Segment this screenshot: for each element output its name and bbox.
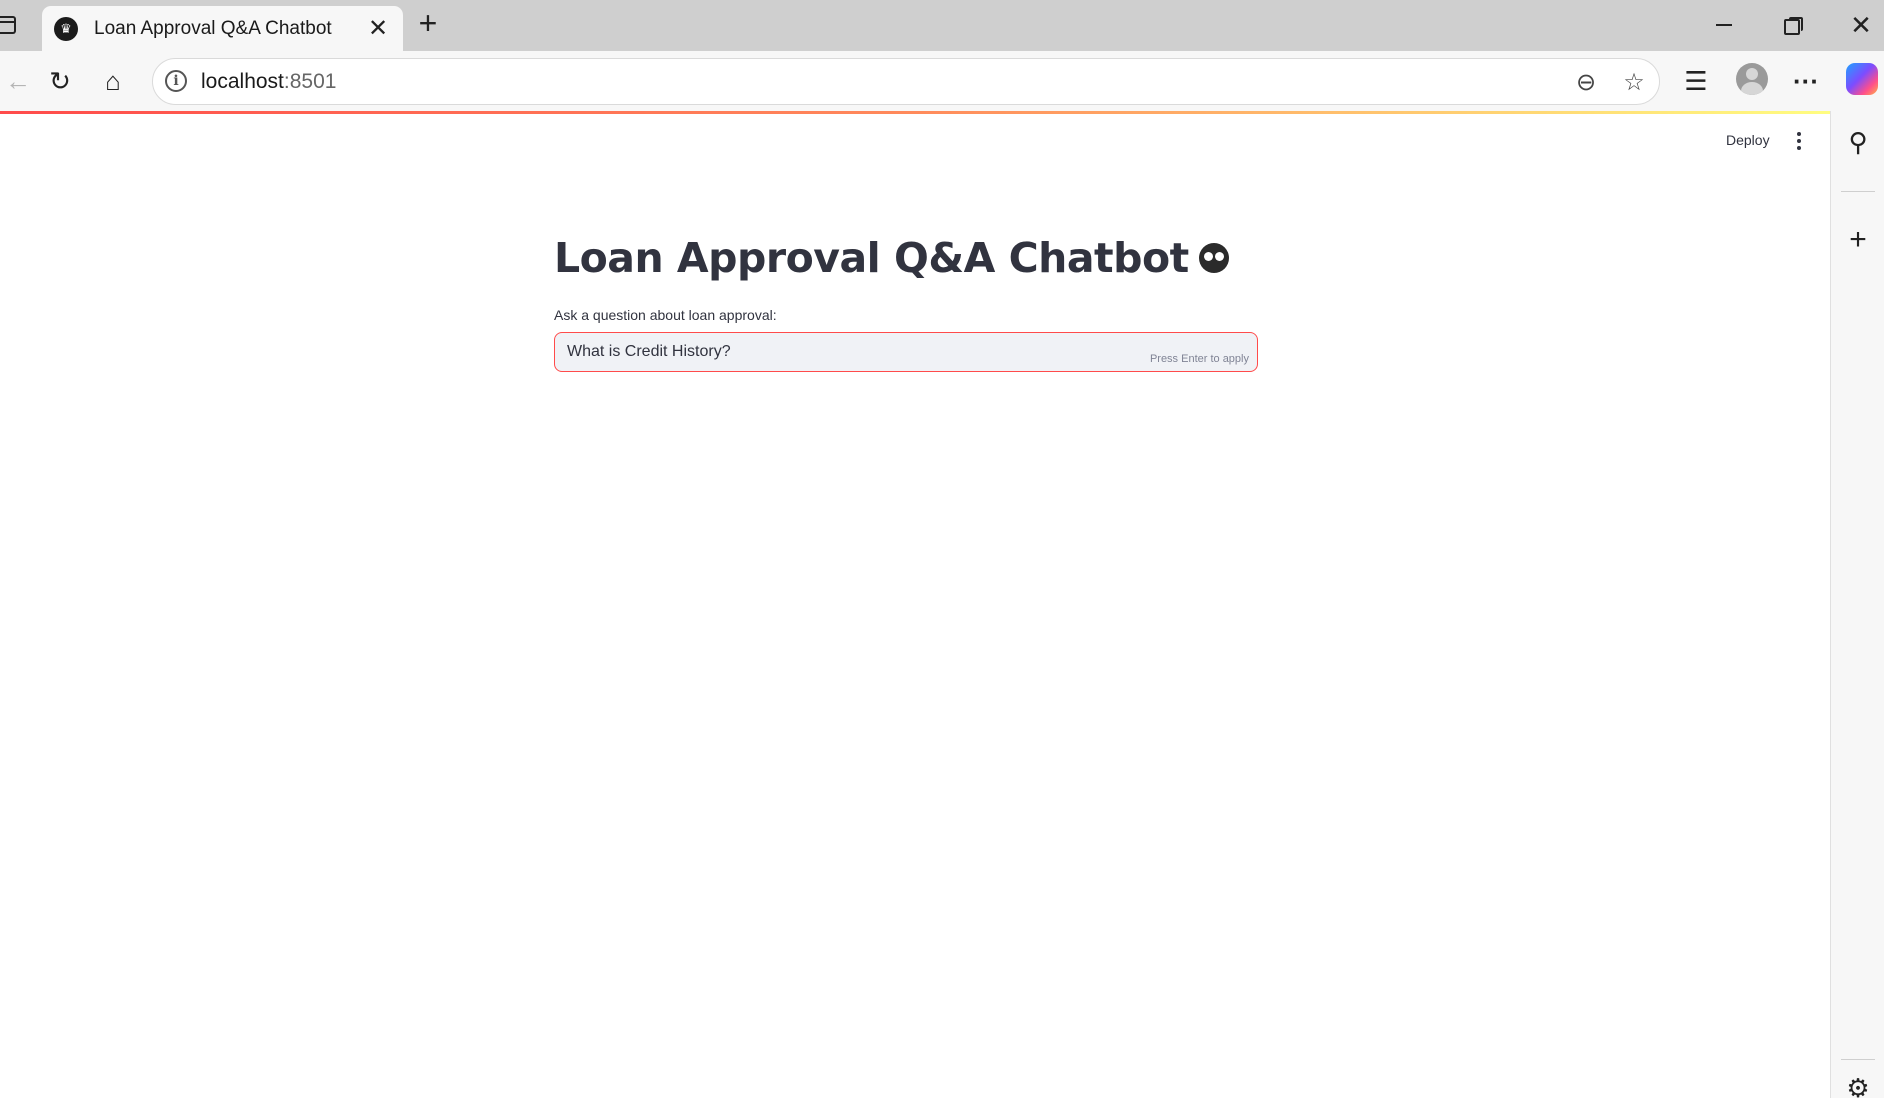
sidebar-divider (1841, 1059, 1875, 1060)
question-field[interactable]: Press Enter to apply (554, 332, 1258, 372)
question-label: Ask a question about loan approval: (554, 307, 777, 323)
sidebar-divider (1841, 191, 1875, 192)
profile-avatar[interactable] (1736, 63, 1768, 95)
site-info-icon[interactable]: i (165, 70, 187, 92)
more-options-icon[interactable]: ··· (1788, 63, 1824, 99)
favorites-list-icon[interactable]: ☰ (1678, 63, 1714, 99)
settings-gear-icon[interactable]: ⚙ (1843, 1073, 1873, 1103)
browser-tab[interactable]: ♛ Loan Approval Q&A Chatbot ✕ (42, 6, 403, 51)
tab-actions-icon[interactable] (0, 16, 16, 34)
deploy-button[interactable]: Deploy (1718, 128, 1778, 152)
home-icon[interactable]: ⌂ (95, 63, 131, 99)
new-tab-icon[interactable]: + (413, 7, 443, 39)
page-viewport: Deploy Loan Approval Q&A Chatbot Ask a q… (0, 111, 1830, 1098)
tab-close-icon[interactable]: ✕ (365, 15, 391, 42)
main-content: Loan Approval Q&A Chatbot Ask a question… (554, 226, 1258, 372)
window-restore-icon[interactable] (1772, 8, 1812, 42)
press-enter-hint: Press Enter to apply (1149, 353, 1249, 365)
copilot-icon[interactable] (1846, 63, 1878, 95)
zoom-out-icon[interactable]: ⊖ (1571, 67, 1601, 97)
browser-tab-bar: ♛ Loan Approval Q&A Chatbot ✕ + ✕ (0, 0, 1884, 51)
add-icon[interactable]: + (1843, 223, 1873, 256)
window-minimize-icon[interactable] (1704, 8, 1744, 42)
tab-title: Loan Approval Q&A Chatbot (94, 17, 332, 39)
robot-face-icon (1198, 243, 1229, 273)
back-arrow-icon[interactable]: ← (0, 63, 36, 99)
streamlit-crown-icon: ♛ (54, 16, 78, 41)
question-input[interactable] (555, 333, 1257, 371)
refresh-icon[interactable]: ↻ (42, 63, 78, 99)
address-bar[interactable]: i localhost:8501 ⊖ ☆ (152, 58, 1660, 105)
url-text: localhost:8501 (201, 70, 337, 93)
favorite-star-icon[interactable]: ☆ (1619, 67, 1649, 97)
browser-toolbar: ← ↻ ⌂ i localhost:8501 ⊖ ☆ ☰ ··· (0, 51, 1884, 111)
edge-sidebar: ⚲ + ⚙ (1830, 111, 1884, 1103)
main-menu-icon[interactable] (1786, 128, 1812, 154)
page-title: Loan Approval Q&A Chatbot (554, 226, 1258, 290)
page-title-text: Loan Approval Q&A Chatbot (554, 234, 1189, 282)
app-decoration-bar (0, 111, 1830, 114)
window-close-icon[interactable]: ✕ (1841, 8, 1881, 42)
search-icon[interactable]: ⚲ (1843, 127, 1873, 157)
